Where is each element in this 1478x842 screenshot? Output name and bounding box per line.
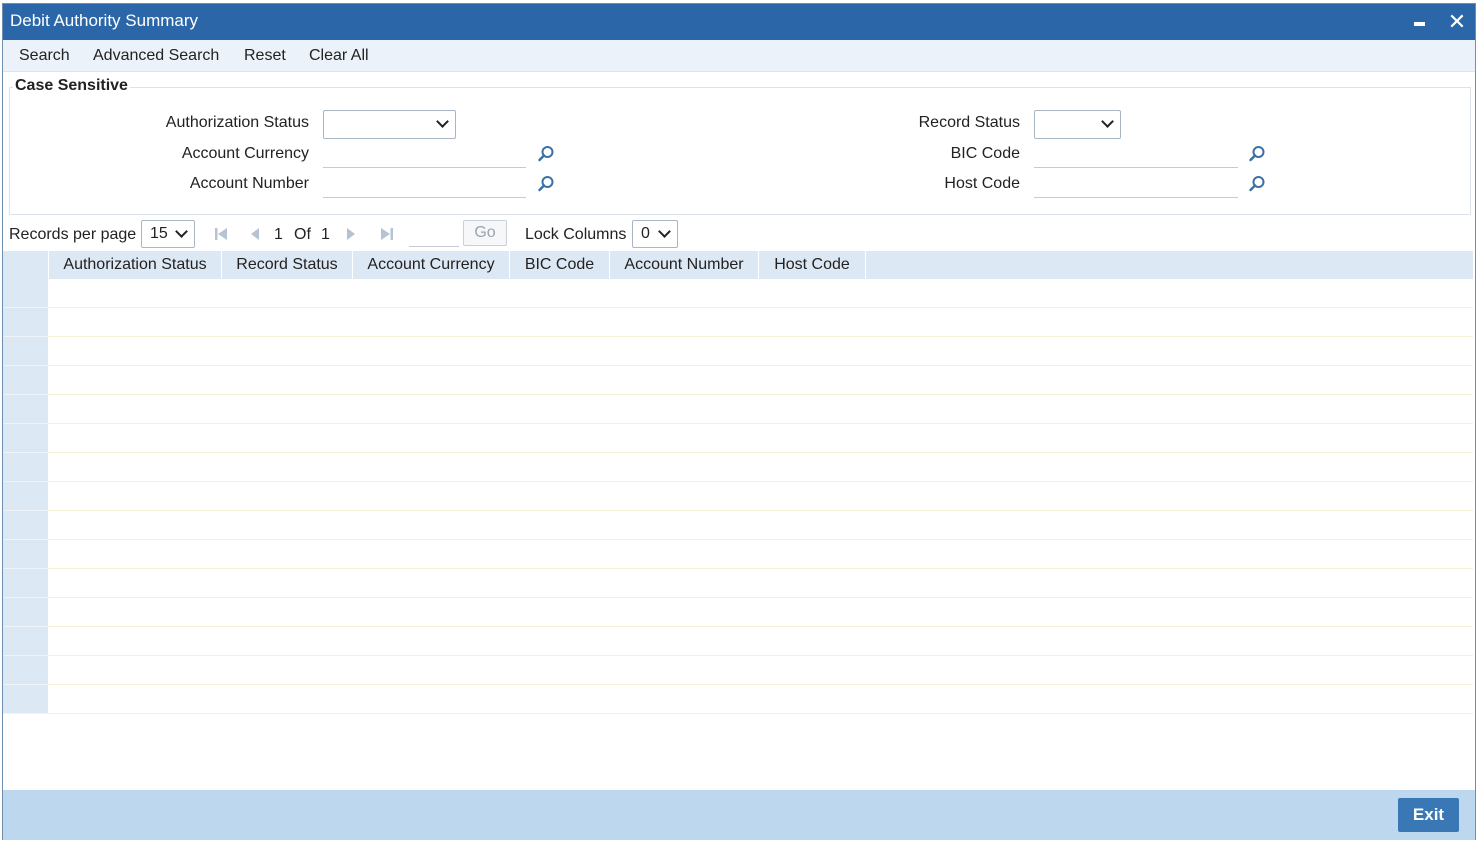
column-header-account-currency[interactable]: Account Currency bbox=[353, 251, 510, 279]
row-selector[interactable] bbox=[3, 366, 48, 395]
table-row[interactable] bbox=[3, 685, 1473, 714]
chevron-down-icon bbox=[1101, 115, 1114, 128]
goto-page-input[interactable] bbox=[409, 220, 459, 247]
row-selector[interactable] bbox=[3, 453, 48, 482]
column-header-account-number[interactable]: Account Number bbox=[610, 251, 759, 279]
row-selector[interactable] bbox=[3, 569, 48, 598]
table-row[interactable] bbox=[3, 627, 1473, 656]
chevron-down-icon bbox=[175, 225, 188, 238]
go-button[interactable]: Go bbox=[463, 220, 507, 246]
row-selector[interactable] bbox=[3, 308, 48, 337]
footer-bar: Exit bbox=[3, 790, 1475, 840]
column-header-record-status[interactable]: Record Status bbox=[222, 251, 353, 279]
row-selector[interactable] bbox=[3, 685, 48, 714]
title-bar: Debit Authority Summary ✕ bbox=[3, 4, 1475, 40]
window-title: Debit Authority Summary bbox=[10, 11, 199, 30]
host-code-lov-icon[interactable] bbox=[1248, 175, 1266, 193]
table-row[interactable] bbox=[3, 569, 1473, 598]
table-row[interactable] bbox=[3, 511, 1473, 540]
first-page-icon[interactable] bbox=[213, 226, 229, 242]
table-row[interactable] bbox=[3, 656, 1473, 685]
account-currency-input[interactable] bbox=[323, 140, 526, 168]
toolbar: Search Advanced Search Reset Clear All bbox=[3, 40, 1475, 72]
authorization-status-label: Authorization Status bbox=[165, 114, 309, 131]
record-status-select[interactable] bbox=[1034, 110, 1121, 139]
lock-columns-select[interactable]: 0 bbox=[632, 220, 678, 248]
record-status-label: Record Status bbox=[918, 114, 1020, 131]
chevron-down-icon bbox=[436, 115, 449, 128]
column-header-authorization-status[interactable]: Authorization Status bbox=[49, 251, 222, 279]
account-number-lov-icon[interactable] bbox=[537, 175, 555, 193]
host-code-label: Host Code bbox=[944, 175, 1020, 192]
close-icon: ✕ bbox=[1447, 9, 1467, 34]
table-row[interactable] bbox=[3, 279, 1473, 308]
close-button[interactable]: ✕ bbox=[1444, 8, 1470, 36]
table-row[interactable] bbox=[3, 598, 1473, 627]
table-row[interactable] bbox=[3, 308, 1473, 337]
advanced-search-button[interactable]: Advanced Search bbox=[93, 47, 219, 65]
previous-page-icon[interactable] bbox=[247, 226, 263, 242]
table-row[interactable] bbox=[3, 482, 1473, 511]
chevron-down-icon bbox=[658, 225, 671, 238]
account-number-input[interactable] bbox=[323, 170, 526, 198]
grid-header: Authorization Status Record Status Accou… bbox=[3, 251, 1473, 279]
table-row[interactable] bbox=[3, 453, 1473, 482]
row-selector[interactable] bbox=[3, 482, 48, 511]
table-row[interactable] bbox=[3, 337, 1473, 366]
pagination-bar: Records per page 15 1 Of 1 Go Lock Colum… bbox=[3, 220, 1475, 250]
last-page-icon[interactable] bbox=[379, 226, 395, 242]
row-selector[interactable] bbox=[3, 511, 48, 540]
search-button[interactable]: Search bbox=[19, 47, 70, 65]
bic-code-lov-icon[interactable] bbox=[1248, 145, 1266, 163]
account-number-label: Account Number bbox=[189, 175, 309, 192]
exit-button[interactable]: Exit bbox=[1398, 798, 1459, 832]
bic-code-label: BIC Code bbox=[950, 145, 1020, 162]
current-page: 1 bbox=[274, 226, 283, 243]
column-header-bic-code[interactable]: BIC Code bbox=[510, 251, 610, 279]
lock-columns-label: Lock Columns bbox=[525, 226, 627, 243]
records-per-page-select[interactable]: 15 bbox=[141, 220, 195, 248]
table-row[interactable] bbox=[3, 540, 1473, 569]
bic-code-input[interactable] bbox=[1034, 140, 1238, 168]
debit-authority-summary-window: Debit Authority Summary ✕ Search Advance… bbox=[2, 3, 1476, 840]
next-page-icon[interactable] bbox=[343, 226, 359, 242]
host-code-input[interactable] bbox=[1034, 170, 1238, 198]
row-selector[interactable] bbox=[3, 540, 48, 569]
table-row[interactable] bbox=[3, 366, 1473, 395]
column-header-host-code[interactable]: Host Code bbox=[759, 251, 866, 279]
account-currency-label: Account Currency bbox=[181, 145, 309, 162]
records-per-page-label: Records per page bbox=[9, 226, 137, 243]
of-label: Of bbox=[294, 226, 311, 243]
row-selector[interactable] bbox=[3, 395, 48, 424]
row-selector[interactable] bbox=[3, 279, 48, 308]
account-currency-lov-icon[interactable] bbox=[537, 145, 555, 163]
minimize-icon bbox=[1413, 22, 1425, 27]
clear-all-button[interactable]: Clear All bbox=[309, 47, 369, 65]
row-selector[interactable] bbox=[3, 598, 48, 627]
case-sensitive-legend: Case Sensitive bbox=[13, 77, 130, 95]
reset-button[interactable]: Reset bbox=[244, 47, 286, 65]
row-selector[interactable] bbox=[3, 656, 48, 685]
row-selector[interactable] bbox=[3, 627, 48, 656]
total-pages: 1 bbox=[321, 226, 330, 243]
row-selector[interactable] bbox=[3, 337, 48, 366]
minimize-button[interactable] bbox=[1406, 8, 1432, 36]
table-row[interactable] bbox=[3, 424, 1473, 453]
authorization-status-select[interactable] bbox=[323, 110, 456, 139]
table-row[interactable] bbox=[3, 395, 1473, 424]
select-all-column-header[interactable] bbox=[3, 251, 49, 279]
row-selector[interactable] bbox=[3, 424, 48, 453]
